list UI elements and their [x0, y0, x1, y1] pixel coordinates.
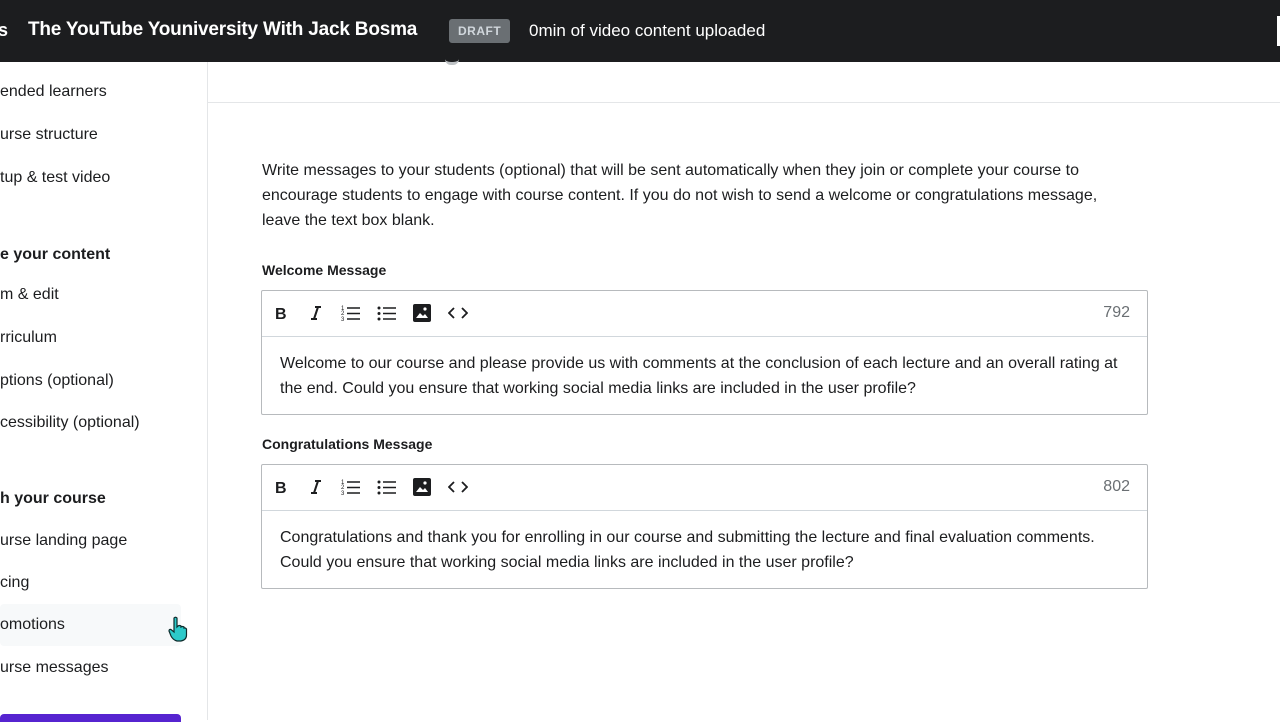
sidebar-item-course-structure[interactable]: urse structure: [0, 126, 98, 144]
upload-status: 0min of video content uploaded: [529, 21, 766, 40]
top-header: s The YouTube Youniversity With Jack Bos…: [0, 0, 1280, 62]
image-icon[interactable]: [411, 476, 433, 498]
svg-text:3: 3: [341, 317, 345, 322]
sidebar-group-publish-course: h your course: [0, 490, 106, 507]
svg-text:3: 3: [341, 491, 345, 496]
character-counter: 792: [1103, 304, 1130, 321]
numbered-list-icon[interactable]: 123: [340, 302, 362, 324]
sidebar-item-film-edit[interactable]: m & edit: [0, 286, 59, 304]
svg-text:B: B: [275, 480, 287, 495]
code-icon[interactable]: [447, 302, 469, 324]
character-counter: 802: [1103, 478, 1130, 495]
sidebar-item-curriculum[interactable]: rriculum: [0, 329, 57, 347]
numbered-list-icon[interactable]: 123: [340, 476, 362, 498]
header-divider: [208, 102, 1280, 103]
image-icon[interactable]: [411, 302, 433, 324]
hand-cursor-icon: [168, 616, 188, 642]
sidebar-item-intended-learners[interactable]: ended learners: [0, 83, 107, 101]
submit-review-button[interactable]: [0, 714, 181, 722]
back-link[interactable]: s: [0, 20, 8, 41]
bold-icon[interactable]: B: [270, 302, 292, 324]
sidebar-item-promotions[interactable]: omotions: [0, 616, 65, 634]
intro-text: Write messages to your students (optiona…: [262, 162, 1098, 229]
congratulations-message-editor: B 123 802 Congratulations and thank you …: [261, 464, 1148, 589]
bold-icon[interactable]: B: [270, 476, 292, 498]
code-icon[interactable]: [447, 476, 469, 498]
italic-icon[interactable]: [305, 302, 327, 324]
editor-toolbar: B 123 802: [262, 465, 1147, 511]
page-title-fragment: [445, 52, 459, 65]
congratulations-message-input[interactable]: Congratulations and thank you for enroll…: [262, 511, 1147, 588]
welcome-message-input[interactable]: Welcome to our course and please provide…: [262, 337, 1147, 414]
welcome-message-editor: B 123 792 Welcome to our course and plea…: [261, 290, 1148, 415]
sidebar-item-captions[interactable]: ptions (optional): [0, 372, 114, 390]
italic-icon[interactable]: [305, 476, 327, 498]
svg-text:B: B: [275, 306, 287, 321]
sidebar-item-pricing[interactable]: cing: [0, 574, 29, 592]
welcome-message-label: Welcome Message: [262, 262, 387, 278]
status-badge: DRAFT: [449, 19, 511, 43]
sidebar-item-setup-test-video[interactable]: tup & test video: [0, 169, 110, 187]
course-title: The YouTube Youniversity With Jack Bosma: [28, 19, 418, 40]
bullet-list-icon[interactable]: [376, 302, 398, 324]
congratulations-message-label: Congratulations Message: [262, 436, 433, 452]
sidebar-item-course-messages[interactable]: urse messages: [0, 659, 109, 677]
sidebar-item-accessibility[interactable]: cessibility (optional): [0, 414, 140, 432]
editor-toolbar: B 123 792: [262, 291, 1147, 337]
sidebar-group-create-content: e your content: [0, 246, 111, 263]
sidebar-item-course-landing-page[interactable]: urse landing page: [0, 532, 127, 550]
bullet-list-icon[interactable]: [376, 476, 398, 498]
